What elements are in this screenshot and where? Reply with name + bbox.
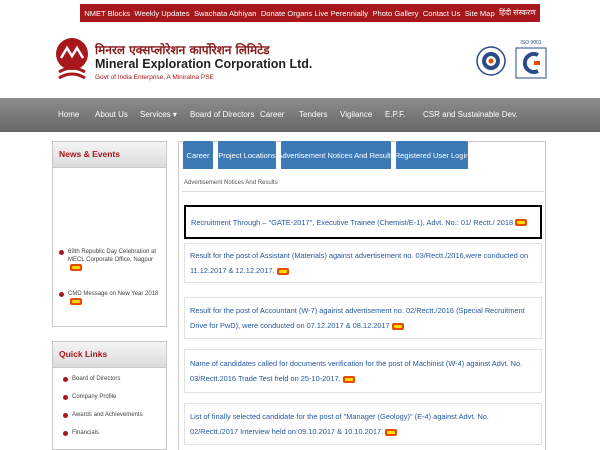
nav-services[interactable]: Services ▾ [140,110,177,119]
notice-link[interactable]: Result for the post of Assistant (Materi… [190,251,528,275]
site-header: मिनरल एक्सप्लोरेशन कार्पोरेशन लिमिटेड Mi… [0,26,600,98]
notice-item[interactable]: Name of candidates called for documents … [184,349,542,393]
news-item-text[interactable]: 69th Republic Day Celebration at MECL Co… [68,249,156,263]
nav-board-of-directors[interactable]: Board of Directors [190,110,254,119]
new-badge-icon [70,264,82,271]
news-events-title: News & Events [53,142,166,168]
nav-vigilance[interactable]: Vigilance [340,110,372,119]
iso-certification: ISO 9001 [514,40,548,80]
mecl-logo-icon[interactable] [55,36,89,84]
top-link-nmet-blocks[interactable]: NMET Blocks [84,9,130,18]
new-badge-icon [70,298,82,305]
notice-link[interactable]: List of finally selected candidate for t… [190,412,489,436]
quick-link-item[interactable]: Company Profile [63,394,116,400]
news-events-panel: News & Events 69th Republic Day Celebrat… [52,141,167,327]
top-link-contact-us[interactable]: Contact Us [423,9,461,18]
tab-project-locations[interactable]: Project Locations [218,141,276,169]
nav-career[interactable]: Career [260,110,284,119]
news-item-text[interactable]: CMD Message on New Year 2018 [68,291,158,297]
notice-item[interactable]: Recruitment Through – "GATE-2017", Execu… [184,205,542,239]
emblem-icon [476,46,506,76]
notice-link[interactable]: Recruitment Through – "GATE-2017", Execu… [191,218,513,227]
section-divider [182,191,544,192]
bullet-icon [63,376,68,382]
top-links: NMET Blocks Weekly Updates Swachata Abhi… [80,4,540,22]
quick-link-item[interactable]: Awards and Achievements [63,412,143,418]
quick-link-label[interactable]: Awards and Achievements [72,412,143,418]
news-item[interactable]: CMD Message on New Year 2018 [59,290,163,306]
notice-item[interactable]: Result for the post of Assistant (Materi… [184,243,542,283]
nav-csr[interactable]: CSR and Sustainable Dev. [423,110,518,119]
tab-advertisement-notices[interactable]: Advertisement Notices And Results [277,141,395,169]
nav-tenders[interactable]: Tenders [299,110,327,119]
bullet-icon [63,394,68,400]
notice-link[interactable]: Result for the post of Accountant (W-7) … [190,306,525,330]
main-nav: Home About Us Services ▾ Board of Direct… [0,98,600,132]
top-link-donate-organs[interactable]: Donate Organs Live Perennially [261,9,368,18]
bullet-icon [59,292,64,297]
tab-career[interactable]: Career [183,141,213,169]
top-link-weekly-updates[interactable]: Weekly Updates [134,9,189,18]
bullet-icon [63,430,68,436]
nav-about-us[interactable]: About Us [95,110,128,119]
certification-icon [515,47,547,79]
quick-link-label[interactable]: Board of Directors [72,376,120,382]
top-link-swachata-abhiyan[interactable]: Swachata Abhiyan [194,9,256,18]
quick-link-label[interactable]: Financials [72,430,99,436]
nav-epf[interactable]: E.P.F. [385,110,405,119]
quick-link-label[interactable]: Company Profile [72,394,116,400]
nav-home[interactable]: Home [58,110,79,119]
new-badge-icon [515,219,528,227]
top-link-hindi-version[interactable]: हिंदी संस्करण [499,8,536,18]
notice-link[interactable]: Name of candidates called for documents … [190,359,522,383]
quick-link-item[interactable]: Board of Directors [63,376,120,382]
bullet-icon [59,250,64,255]
notice-item[interactable]: Result for the post of Accountant (W-7) … [184,297,542,339]
tab-registered-user-login[interactable]: Registered User Login [395,141,469,169]
company-name-hindi: मिनरल एक्सप्लोरेशन कार्पोरेशन लिमिटेड [95,43,270,57]
notice-item[interactable]: List of finally selected candidate for t… [184,403,542,445]
news-item[interactable]: 69th Republic Day Celebration at MECL Co… [59,248,163,272]
top-bar: NMET Blocks Weekly Updates Swachata Abhi… [0,0,600,26]
section-title: Advertisement Notices And Results [184,180,278,186]
new-badge-icon [385,428,398,436]
new-badge-icon [276,267,289,275]
new-badge-icon [391,322,404,330]
bullet-icon [63,412,68,418]
govt-enterprise-tagline: Govt of India Enterprise, A Miniratna PS… [95,74,214,81]
quick-link-item[interactable]: Financials [63,430,99,436]
new-badge-icon [342,375,355,383]
quick-links-title: Quick Links [53,342,166,368]
company-name: Mineral Exploration Corporation Ltd. [95,57,313,71]
top-link-site-map[interactable]: Site Map [465,9,495,18]
quick-links-panel: Quick Links Board of Directors Company P… [52,341,167,450]
top-link-photo-gallery[interactable]: Photo Gallery [372,9,418,18]
